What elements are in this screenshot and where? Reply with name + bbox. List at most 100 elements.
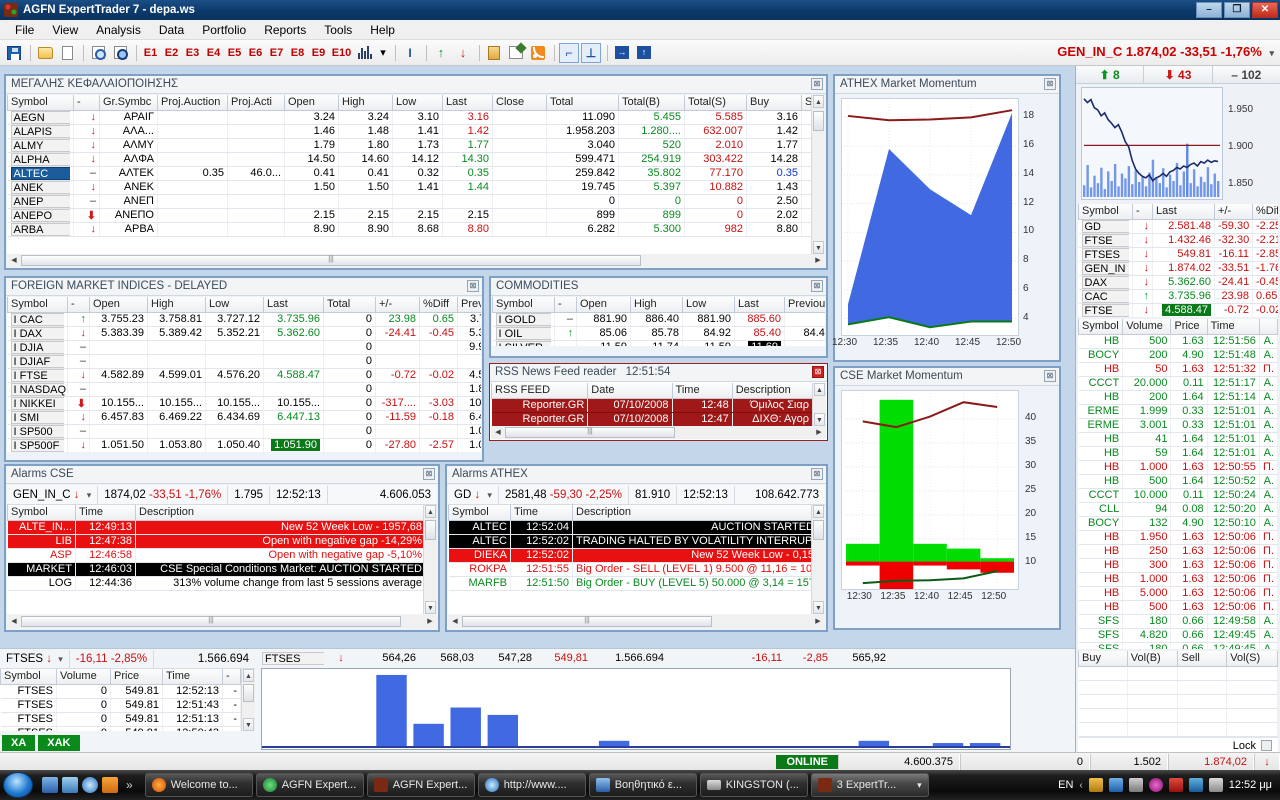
symbol-cell[interactable]: I CAC xyxy=(7,312,68,327)
table-row[interactable]: CAC ↑ 3.735.96 23.98 0.65 xyxy=(1078,289,1278,304)
alarm-row[interactable]: ROKPA 12:51:55 Big Order - SELL (LEVEL 1) … xyxy=(448,562,811,577)
table-row[interactable]: HB 500 1.63 12:51:56 A. xyxy=(1078,334,1278,349)
start-button[interactable] xyxy=(3,772,33,798)
table-row[interactable]: ARBA ↓ ΑΡΒΑ 8.90 8.90 8.68 8.80 6.282 5.300 982 8.… xyxy=(7,222,811,237)
scroll-down-arrow[interactable]: ▼ xyxy=(243,718,254,731)
chevron-down-icon[interactable]: ▾ xyxy=(58,654,63,664)
table-row[interactable]: HB 41 1.64 12:51:01 A. xyxy=(1078,432,1278,447)
table-row[interactable]: ERME 3.001 0.33 12:51:01 A. xyxy=(1078,418,1278,433)
scroll-up-arrow[interactable]: ▲ xyxy=(813,505,824,518)
column-header[interactable]: Proj.Acti xyxy=(227,95,285,111)
column-header[interactable]: Description xyxy=(731,383,813,399)
table-row[interactable]: I DJIA – 0 9.955.50 xyxy=(7,340,481,355)
symbol-cell[interactable]: ARBA xyxy=(7,222,74,237)
column-header[interactable]: %Diff xyxy=(419,297,458,313)
symbol-cell[interactable]: I OIL xyxy=(492,326,555,341)
bottom-ticker-symbol[interactable]: FTSES ↓ ▾ xyxy=(0,649,70,668)
e6-button[interactable]: E6 xyxy=(246,43,265,63)
volume-icon[interactable] xyxy=(1208,778,1223,792)
rss-icon[interactable] xyxy=(528,43,548,63)
symbol-cell[interactable]: ALAPIS xyxy=(7,124,74,139)
scroll-down-arrow[interactable]: ▼ xyxy=(814,413,825,426)
scroll-down-arrow[interactable]: ▼ xyxy=(813,241,824,254)
symbol-cell[interactable]: I SP500 xyxy=(7,424,68,439)
clock[interactable]: 12:52 μμ xyxy=(1229,779,1272,791)
table-row[interactable]: HB 200 1.64 12:51:14 A. xyxy=(1078,390,1278,405)
column-header[interactable]: Open xyxy=(284,95,339,111)
vertical-scrollbar[interactable]: ▲ ▼ xyxy=(241,669,255,731)
horizontal-scrollbar[interactable]: ◀ ||| ▶ xyxy=(448,615,825,628)
scroll-right-arrow[interactable]: ▶ xyxy=(813,427,825,438)
column-header[interactable]: Open xyxy=(576,297,631,313)
horizontal-scrollbar[interactable]: ◀ ||| ▶ xyxy=(491,426,826,439)
scroll-right-arrow[interactable]: ▶ xyxy=(812,616,824,627)
close-icon[interactable]: ⊠ xyxy=(811,78,823,90)
table-row[interactable]: ALTEC – ΑΛΤΕΚ 0.35 46.0... 0.41 0.41 0.32 0.35 25… xyxy=(7,166,811,181)
column-header[interactable]: Price xyxy=(1170,319,1208,335)
symbol-cell[interactable]: AEGN xyxy=(7,110,74,125)
table-row[interactable]: BOCY 132 4.90 12:50:10 A. xyxy=(1078,516,1278,531)
scroll-left-arrow[interactable]: ◀ xyxy=(492,427,504,438)
table-row[interactable]: I OIL ↑85.0685.7884.9285.4084.44 xyxy=(492,326,825,341)
column-header[interactable]: High xyxy=(338,95,393,111)
column-header[interactable]: Total xyxy=(546,95,619,111)
open-folder-icon[interactable] xyxy=(35,43,55,63)
opera-icon[interactable] xyxy=(1148,778,1163,792)
export-icon[interactable]: ↑ xyxy=(634,43,654,63)
action-center-icon[interactable] xyxy=(1168,778,1183,792)
column-header[interactable]: Buy xyxy=(1078,651,1128,667)
symbol-cell[interactable]: ANEPO xyxy=(7,208,74,223)
scroll-thumb[interactable]: ||| xyxy=(462,616,712,627)
e5-button[interactable]: E5 xyxy=(225,43,244,63)
horizontal-scrollbar[interactable]: ◀ ||| ▶ xyxy=(7,615,437,628)
info-icon[interactable]: I xyxy=(400,43,420,63)
symbol-cell[interactable]: GEN_IN xyxy=(1078,261,1133,276)
column-header[interactable]: +/- xyxy=(1214,204,1253,220)
switch-window-icon[interactable] xyxy=(62,777,78,793)
table-row[interactable] xyxy=(1078,722,1278,737)
column-header[interactable]: Low xyxy=(392,95,443,111)
table-row[interactable]: HB 1.000 1.63 12:50:55 Π. xyxy=(1078,460,1278,475)
table-row[interactable]: I SMI ↓ 6.457.83 6.469.22 6.434.69 6.447.13 0-… xyxy=(7,410,481,425)
trend-tool-icon[interactable]: ⌐ xyxy=(559,42,579,63)
vertical-scrollbar[interactable]: ▲ ▼ xyxy=(811,95,825,254)
table-row[interactable]: DAX ↓5.362.60-24.41-0.45 xyxy=(1078,275,1278,290)
scroll-thumb[interactable]: ||| xyxy=(21,255,641,266)
column-header[interactable]: Symbol xyxy=(1078,204,1133,220)
tab-xa[interactable]: XA xyxy=(2,735,36,751)
scroll-thumb[interactable] xyxy=(425,520,436,540)
alarm-row[interactable]: LOG 12:44:36 313% volume change from last … xyxy=(7,576,423,591)
symbol-cell[interactable]: ALPHA xyxy=(7,152,74,167)
column-header[interactable]: Previous xyxy=(457,297,481,313)
column-header[interactable]: Time xyxy=(1206,319,1260,335)
alarm-row[interactable]: LIB 12:47:38 Open with negative gap -14,29… xyxy=(7,534,423,549)
column-header[interactable]: Description xyxy=(135,505,423,521)
maximize-button[interactable]: ❐ xyxy=(1224,2,1250,18)
symbol-cell[interactable]: I NIKKEI xyxy=(7,396,68,411)
table-row[interactable]: FTSES 0 549.81 12:51:13- xyxy=(0,712,241,727)
new-page-icon[interactable] xyxy=(57,43,77,63)
enter-icon[interactable]: → xyxy=(612,43,632,63)
table-row[interactable]: ANEP–ΑΝΕΠ0002.503.14 xyxy=(7,194,811,209)
vertical-scrollbar[interactable]: ▲ ▼ xyxy=(811,505,825,614)
close-icon[interactable]: ⊠ xyxy=(423,468,435,480)
fib-tool-icon[interactable]: ⊥ xyxy=(581,42,601,63)
close-button[interactable]: ✕ xyxy=(1252,2,1278,18)
scroll-left-arrow[interactable]: ◀ xyxy=(449,616,461,627)
symbol-cell[interactable]: ANEK xyxy=(7,180,74,195)
network2-icon[interactable] xyxy=(1188,778,1203,792)
table-row[interactable] xyxy=(1078,666,1278,681)
chevron-down-icon[interactable]: ▾ xyxy=(487,490,492,500)
table-row[interactable]: I NASDAQ – 0 1.862.96 xyxy=(7,382,481,397)
table-row[interactable]: FTSES ↓549.81-16.11-2.85 xyxy=(1078,247,1278,262)
column-header[interactable]: Price xyxy=(110,669,163,685)
column-header[interactable]: Description xyxy=(572,505,811,521)
scroll-up-arrow[interactable]: ▲ xyxy=(813,95,824,108)
table-row[interactable]: FTSES0549.8112:50:43- xyxy=(0,726,241,731)
close-icon[interactable]: ⊠ xyxy=(811,280,823,292)
scroll-thumb[interactable] xyxy=(243,684,254,702)
symbol-cell[interactable]: I DJIA xyxy=(7,340,68,355)
close-icon[interactable]: ⊠ xyxy=(1044,78,1056,90)
table-row[interactable]: SFS 4.820 0.66 12:49:45 A. xyxy=(1078,628,1278,643)
symbol-cell[interactable]: I DJIAF xyxy=(7,354,68,369)
